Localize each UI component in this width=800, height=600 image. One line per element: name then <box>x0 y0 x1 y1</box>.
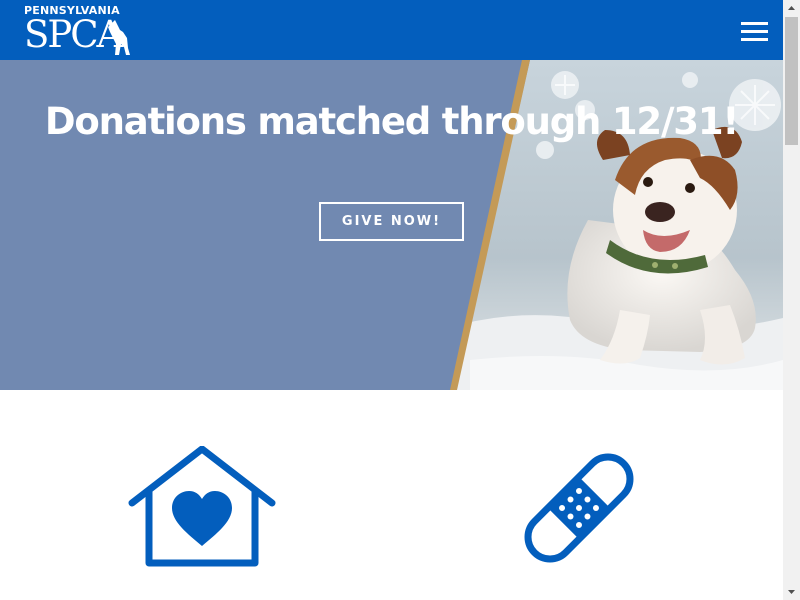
bandage-icon[interactable] <box>522 452 636 564</box>
pspca-logo[interactable]: PENNSYLVANIA SPCA <box>24 5 132 57</box>
hero-banner: Donations matched through 12/31! GIVE NO… <box>0 60 783 390</box>
logo-dog-icon <box>108 20 130 55</box>
hero-title: Donations matched through 12/31! <box>44 100 739 143</box>
site-header: PENNSYLVANIA SPCA <box>0 0 783 60</box>
browser-viewport: PENNSYLVANIA SPCA Donations matched thro… <box>0 0 800 600</box>
page-content: PENNSYLVANIA SPCA Donations matched thro… <box>0 0 783 600</box>
logo-spca-text: SPCA <box>24 13 123 56</box>
hamburger-menu-icon[interactable] <box>741 22 768 41</box>
house-heart-icon[interactable] <box>128 446 276 568</box>
scroll-down-arrow-icon[interactable] <box>783 583 800 600</box>
vertical-scrollbar[interactable] <box>783 0 800 600</box>
scroll-up-arrow-icon[interactable] <box>783 0 800 17</box>
give-now-button[interactable]: GIVE NOW! <box>319 202 464 241</box>
scrollbar-thumb[interactable] <box>785 17 798 145</box>
